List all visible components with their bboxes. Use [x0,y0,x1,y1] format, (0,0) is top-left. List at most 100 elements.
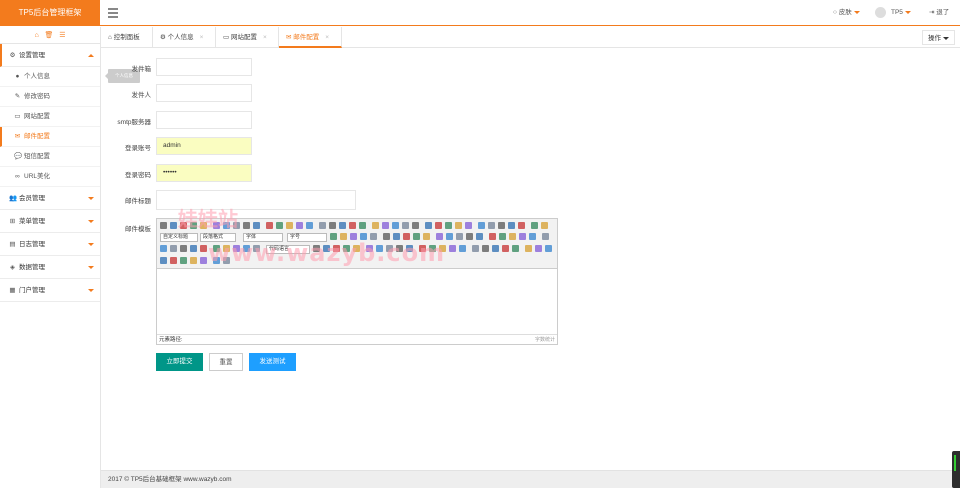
editor-tool-icon[interactable] [170,245,177,252]
logo[interactable]: TP5后台管理框架 [0,0,100,26]
editor-tool-icon[interactable] [376,245,383,252]
editor-tool-icon[interactable] [392,222,399,229]
sidebar-item-mail-config[interactable]: ✉ 邮件配置 [0,127,100,147]
editor-tool-icon[interactable] [190,245,197,252]
editor-tool-icon[interactable] [535,245,542,252]
editor-select[interactable]: 自定义标题 [160,233,198,242]
editor-tool-icon[interactable] [519,233,526,240]
editor-tool-icon[interactable] [529,233,536,240]
editor-select[interactable]: 代码语言 [266,245,310,254]
editor-tool-icon[interactable] [253,222,260,229]
close-icon[interactable]: × [325,34,329,41]
editor-tool-icon[interactable] [478,222,485,229]
editor-tool-icon[interactable] [382,222,389,229]
editor-tool-icon[interactable] [329,222,336,229]
tab-profile[interactable]: ⚙ 个人信息 × [153,27,216,48]
editor-tool-icon[interactable] [296,222,303,229]
editor-tool-icon[interactable] [253,245,260,252]
skin-menu[interactable]: ○ 皮肤 [833,0,860,26]
home-icon[interactable]: ⌂ [34,32,38,39]
editor-tool-icon[interactable] [492,245,499,252]
editor-tool-icon[interactable] [459,245,466,252]
editor-tool-icon[interactable] [213,257,220,264]
sidebar-item-sms-config[interactable]: 💬 短信配置 [0,147,100,167]
side-widget[interactable] [952,451,960,488]
sidebar-item-url-rewrite[interactable]: ∞ URL美化 [0,167,100,187]
editor-tool-icon[interactable] [323,245,330,252]
editor-tool-icon[interactable] [350,233,357,240]
editor-tool-icon[interactable] [223,245,230,252]
editor-tool-icon[interactable] [330,233,337,240]
editor-tool-icon[interactable] [233,222,240,229]
editor-tool-icon[interactable] [509,233,516,240]
editor-tool-icon[interactable] [180,245,187,252]
editor-tool-icon[interactable] [425,222,432,229]
editor-tool-icon[interactable] [541,222,548,229]
editor-tool-icon[interactable] [518,222,525,229]
subject-input[interactable] [156,190,356,210]
editor-tool-icon[interactable] [446,233,453,240]
editor-tool-icon[interactable] [360,233,367,240]
editor-tool-icon[interactable] [223,222,230,229]
editor-tool-icon[interactable] [180,257,187,264]
editor-tool-icon[interactable] [160,257,167,264]
editor-tool-icon[interactable] [499,233,506,240]
user-menu[interactable]: TP5 [875,0,911,26]
editor-tool-icon[interactable] [545,245,552,252]
editor-tool-icon[interactable] [423,233,430,240]
editor-tool-icon[interactable] [319,222,326,229]
editor-tool-icon[interactable] [180,222,187,229]
editor-tool-icon[interactable] [213,245,220,252]
editor-tool-icon[interactable] [449,245,456,252]
editor-tool-icon[interactable] [286,222,293,229]
editor-tool-icon[interactable] [160,245,167,252]
close-icon[interactable]: × [263,34,267,41]
sender-name-input[interactable] [156,84,252,102]
editor-tool-icon[interactable] [419,245,426,252]
editor-tool-icon[interactable] [386,245,393,252]
editor-tool-icon[interactable] [512,245,519,252]
rich-text-editor[interactable]: 自定义标题 段落格式 字体 字号 代码语言 元素路径: 字数统计 [156,218,558,345]
sidebar-item-site-config[interactable]: ▭ 网站配置 [0,107,100,127]
editor-tool-icon[interactable] [370,233,377,240]
editor-tool-icon[interactable] [160,222,167,229]
editor-tool-icon[interactable] [489,233,496,240]
close-icon[interactable]: × [200,34,204,41]
editor-tool-icon[interactable] [413,233,420,240]
editor-tool-icon[interactable] [372,222,379,229]
tab-dashboard[interactable]: ⌂ 控制面板 [101,27,153,48]
editor-tool-icon[interactable] [190,222,197,229]
editor-tool-icon[interactable] [502,245,509,252]
editor-tool-icon[interactable] [531,222,538,229]
editor-tool-icon[interactable] [429,245,436,252]
editor-tool-icon[interactable] [542,233,549,240]
sidebar-item-profile[interactable]: ● 个人信息 [0,67,100,87]
editor-tool-icon[interactable] [455,222,462,229]
editor-tool-icon[interactable] [200,257,207,264]
editor-tool-icon[interactable] [482,245,489,252]
sidebar-group-menus[interactable]: ⊞ 菜单管理 [0,210,100,233]
editor-tool-icon[interactable] [488,222,495,229]
editor-tool-icon[interactable] [393,233,400,240]
sidebar-group-portal[interactable]: ▦ 门户管理 [0,279,100,302]
editor-tool-icon[interactable] [508,222,515,229]
smtp-input[interactable] [156,111,252,129]
sidebar-group-settings[interactable]: ⚙ 设置管理 [0,44,100,67]
password-input[interactable]: •••••• [156,164,252,182]
editor-tool-icon[interactable] [266,222,273,229]
editor-tool-icon[interactable] [466,233,473,240]
sidebar-group-data[interactable]: ◈ 数据管理 [0,256,100,279]
editor-select[interactable]: 字号 [287,233,327,242]
editor-tool-icon[interactable] [223,257,230,264]
editor-tool-icon[interactable] [213,222,220,229]
editor-tool-icon[interactable] [349,222,356,229]
editor-tool-icon[interactable] [359,222,366,229]
sidebar-item-password[interactable]: ✎ 修改密码 [0,87,100,107]
editor-tool-icon[interactable] [339,222,346,229]
tab-site-config[interactable]: ▭ 网站配置 × [216,27,279,48]
editor-tool-icon[interactable] [333,245,340,252]
editor-tool-icon[interactable] [435,222,442,229]
tab-mail-config[interactable]: ✉ 邮件配置 × [279,27,342,48]
editor-select[interactable]: 段落格式 [200,233,236,242]
editor-content-area[interactable] [157,269,557,334]
